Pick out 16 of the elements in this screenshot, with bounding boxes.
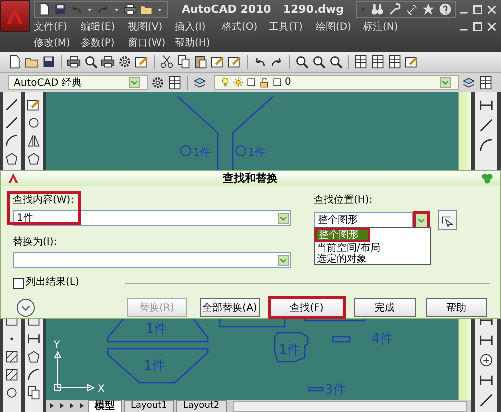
part-label: 1件 (193, 146, 211, 159)
file-name: 1290.dwg (283, 3, 344, 16)
axis-label: Y (54, 340, 60, 351)
part-label: 3件 (325, 383, 346, 398)
part-label: 1件 (146, 322, 168, 337)
window-title: AutoCAD 2010 (182, 3, 272, 16)
checkbox-label: 列出结果(L) (26, 276, 80, 290)
part-label: 1件 (248, 146, 266, 159)
part-label: 4件 (372, 332, 394, 347)
field-label: 查找位置(H): (314, 194, 374, 208)
field-label: 替换为(I): (13, 236, 58, 250)
axis-label: X (98, 384, 105, 395)
field-label: 查找内容(W): (13, 194, 76, 208)
part-label: 1件 (279, 343, 300, 358)
dialog-title: 查找和替换 (222, 171, 279, 186)
part-label: 1件 (144, 359, 166, 374)
